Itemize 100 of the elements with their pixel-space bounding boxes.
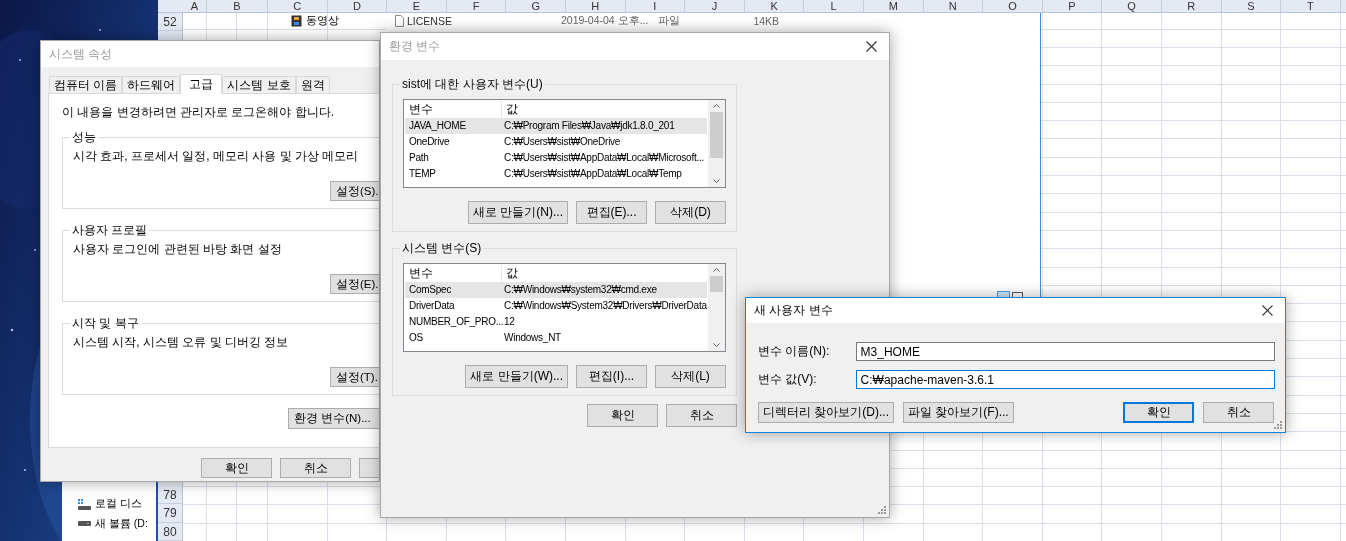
list-row[interactable]: OS Windows_NT xyxy=(405,330,707,346)
window-title: 환경 변수 xyxy=(389,38,441,55)
tab[interactable]: 하드웨어 xyxy=(122,76,181,93)
close-icon[interactable] xyxy=(1262,305,1273,316)
column-header[interactable]: G xyxy=(506,0,566,12)
list-row[interactable]: ComSpec C:₩Windows₩system32₩cmd.exe xyxy=(405,282,707,298)
column-header[interactable]: C xyxy=(268,0,328,12)
list-action-button[interactable]: 삭제(L) xyxy=(655,365,726,388)
column-header[interactable]: H xyxy=(565,0,626,12)
input-field[interactable]: C:₩apache-maven-3.6.1 xyxy=(855,370,1275,389)
group-label: 성능 xyxy=(71,129,97,146)
list-row[interactable]: NUMBER_OF_PRO...12 xyxy=(405,314,707,330)
row-header[interactable]: 80 xyxy=(158,522,182,541)
group-label: sist에 대한 사용자 변수(U) xyxy=(401,76,544,93)
variable-value: C:₩Program Files₩Java₩jdk1.8.0_201 xyxy=(503,119,676,133)
scrollbar[interactable] xyxy=(708,100,725,187)
column-header[interactable]: I xyxy=(625,0,686,12)
list-row[interactable]: OneDrive C:₩Users₩sist₩OneDrive xyxy=(405,134,707,150)
variable-value: Windows_NT xyxy=(503,331,562,345)
dialog-button[interactable]: 취소 xyxy=(666,404,737,427)
variable-name: TEMP xyxy=(408,167,437,181)
tab[interactable]: 컴퓨터 이름 xyxy=(49,76,123,93)
column-header[interactable]: N xyxy=(923,0,984,12)
group-description: 사용자 로그인에 관련된 바탕 화면 설정 xyxy=(73,241,283,258)
column-header[interactable]: L xyxy=(804,0,864,12)
tab[interactable]: 원격 xyxy=(295,76,330,93)
list-row[interactable]: Path C:₩Users₩sist₩AppData₩Local₩Microsoft... xyxy=(405,150,707,166)
variable-name: NUMBER_OF_PRO... xyxy=(408,315,502,329)
variable-value: C:₩Users₩sist₩OneDrive xyxy=(503,135,622,149)
settings-button[interactable]: 설정(S). xyxy=(330,181,379,201)
list-action-button[interactable]: 편집(I)... xyxy=(576,365,647,388)
group-description: 시각 효과, 프로세서 일정, 메모리 사용 및 가상 메모리 xyxy=(73,148,360,165)
column-header[interactable]: O xyxy=(983,0,1043,12)
resize-grip-icon[interactable] xyxy=(1274,421,1282,429)
settings-button[interactable]: 설정(E). xyxy=(330,274,379,294)
scrollbar[interactable] xyxy=(708,264,725,351)
environment-variables-button[interactable]: 환경 변수(N)... xyxy=(288,408,379,429)
column-header[interactable]: B xyxy=(207,0,268,12)
column-header[interactable]: R xyxy=(1161,0,1222,12)
list-action-button[interactable]: 편집(E)... xyxy=(576,201,647,224)
column-header[interactable]: P xyxy=(1042,0,1103,12)
scroll-down-icon[interactable] xyxy=(713,179,720,183)
list-row[interactable]: TEMP C:₩Users₩sist₩AppData₩Local₩Temp xyxy=(405,166,707,182)
film-icon xyxy=(291,14,302,27)
row-header[interactable]: 52 xyxy=(158,13,182,32)
column-header[interactable]: Q xyxy=(1102,0,1162,12)
group-label: 시스템 변수(S) xyxy=(401,240,483,257)
settings-button[interactable]: 설정(T). xyxy=(330,367,379,387)
column-header[interactable]: A xyxy=(183,0,207,12)
column-header[interactable]: S xyxy=(1221,0,1282,12)
column-header[interactable]: D xyxy=(327,0,388,12)
field-label: 변수 이름(N): xyxy=(758,343,831,360)
scroll-thumb[interactable] xyxy=(710,276,723,292)
scroll-thumb[interactable] xyxy=(710,112,723,158)
row-header[interactable]: 79 xyxy=(158,504,182,523)
column-header[interactable]: 값 xyxy=(502,265,707,282)
list-action-button[interactable]: 삭제(D) xyxy=(655,201,726,224)
column-header[interactable]: T xyxy=(1281,0,1341,12)
dialog-button[interactable]: 확인 xyxy=(587,404,658,427)
input-field[interactable]: M3_HOME xyxy=(855,342,1275,361)
field-label: 변수 값(V): xyxy=(758,371,818,388)
nav-item[interactable]: 새 볼륨 (D: xyxy=(95,517,148,531)
browse-button[interactable]: 파일 찾아보기(F)... xyxy=(903,402,1014,423)
group-label: 사용자 프로필 xyxy=(71,222,149,239)
scroll-down-icon[interactable] xyxy=(713,343,720,347)
dialog-button[interactable]: 확인 xyxy=(201,458,272,478)
nav-item[interactable]: 동영상 xyxy=(306,13,339,28)
dialog-button[interactable]: 확인 xyxy=(1123,402,1194,423)
file-type: 파일 xyxy=(658,14,682,28)
list-action-button[interactable]: 새로 만들기(W)... xyxy=(465,365,568,388)
resize-grip-icon[interactable] xyxy=(878,506,886,514)
column-header[interactable]: 값 xyxy=(502,101,707,118)
nav-item[interactable]: 로컬 디스 xyxy=(95,497,142,511)
column-header[interactable]: K xyxy=(744,0,805,12)
file-name[interactable]: LICENSE xyxy=(407,15,452,27)
list-action-button[interactable]: 새로 만들기(N)... xyxy=(468,201,568,224)
dialog-button[interactable]: 취소 xyxy=(280,458,351,478)
column-header[interactable]: E xyxy=(387,0,447,12)
list-row[interactable]: DriverData C:₩Windows₩System32₩Drivers₩DriverData xyxy=(405,298,707,314)
column-header[interactable]: F xyxy=(446,0,507,12)
scroll-up-icon[interactable] xyxy=(713,268,720,272)
close-icon[interactable] xyxy=(866,41,877,52)
tab[interactable]: 고급 xyxy=(180,74,223,94)
dialog-button[interactable]: 취소 xyxy=(1203,402,1274,423)
drive-icon xyxy=(78,498,91,510)
row-header[interactable]: 78 xyxy=(158,486,182,505)
tab[interactable]: 시스템 보호 xyxy=(222,76,296,93)
scroll-up-icon[interactable] xyxy=(713,104,720,108)
variable-name: OneDrive xyxy=(408,135,451,149)
group-description: 시스템 시작, 시스템 오류 및 디버깅 정보 xyxy=(73,334,290,351)
variable-value: C:₩Users₩sist₩AppData₩Local₩Temp xyxy=(503,167,683,181)
variable-name: OS xyxy=(408,331,424,345)
variable-value: 12 xyxy=(503,315,516,329)
cut-off-button[interactable] xyxy=(359,458,379,478)
file-size: 14KB xyxy=(753,15,780,27)
column-header[interactable]: J xyxy=(685,0,745,12)
variable-value: C:₩Windows₩System32₩Drivers₩DriverData xyxy=(503,299,707,313)
column-header[interactable]: M xyxy=(863,0,924,12)
browse-button[interactable]: 디렉터리 찾아보기(D)... xyxy=(758,402,894,423)
list-row[interactable]: JAVA_HOME C:₩Program Files₩Java₩jdk1.8.0_201 xyxy=(405,118,707,134)
